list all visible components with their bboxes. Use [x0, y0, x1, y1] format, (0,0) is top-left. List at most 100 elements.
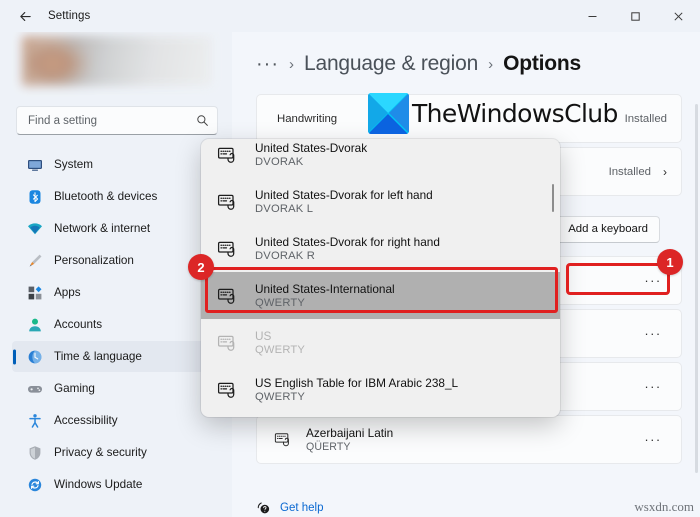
keyboard-option-united-states-dvorak[interactable]: United States-Dvorak DVORAK	[201, 139, 560, 178]
sidebar-item-windows-update[interactable]: Windows Update	[12, 469, 220, 500]
gamepad-icon	[26, 380, 43, 397]
keyboard-option-text: United States-Dvorak DVORAK	[255, 141, 367, 168]
keyboard-option-subtitle: QWERTY	[255, 297, 306, 309]
bluetooth-icon	[26, 188, 43, 205]
annotation-badge-1: 1	[657, 249, 683, 275]
window-controls	[571, 0, 700, 32]
keyboard-option-title: United States-Dvorak for right hand	[255, 235, 440, 249]
keyboard-option-subtitle: DVORAK	[255, 156, 304, 168]
keyboard-option-title: United States-Dvorak	[255, 141, 368, 155]
settings-window: Settings Find a setting System Bluetooth…	[0, 0, 700, 517]
breadcrumb-separator-icon: ›	[488, 55, 494, 73]
search-placeholder: Find a setting	[28, 114, 98, 127]
sidebar-item-time-language[interactable]: Time & language	[12, 341, 220, 372]
accessibility-person-icon	[26, 412, 43, 429]
sidebar-item-label: Network & internet	[54, 222, 151, 235]
keyboard-option-subtitle: DVORAK L	[255, 203, 314, 215]
keyboard-option-subtitle: DVORAK R	[255, 250, 316, 262]
keyboard-layout-list: United States-Dvorak DVORAK United State…	[201, 139, 560, 413]
keyboard-layout-dropdown[interactable]: United States-Dvorak DVORAK United State…	[201, 139, 560, 417]
keyboard-option-text: United States-Dvorak for left hand DVORA…	[255, 188, 433, 215]
sidebar-item-network-internet[interactable]: Network & internet	[12, 213, 220, 244]
keyboard-option-text: US QWERTY	[255, 329, 305, 356]
sidebar-item-label: System	[54, 158, 93, 171]
keyboard-option-us: US QWERTY	[201, 319, 560, 366]
keyboard-option-united-states-dvorak-left-hand[interactable]: United States-Dvorak for left hand DVORA…	[201, 178, 560, 225]
keyboard-layout-icon	[216, 379, 240, 401]
keyboard-option-title: US	[255, 329, 272, 343]
keyboard-row-title: Azerbaijani Latin	[306, 426, 394, 440]
sidebar-item-label: Windows Update	[54, 478, 143, 491]
back-arrow-icon[interactable]	[8, 1, 42, 31]
window-title: Settings	[48, 10, 91, 22]
apps-grid-icon	[26, 284, 43, 301]
keyboard-layout-icon	[216, 238, 240, 260]
site-watermark: wsxdn.com	[634, 499, 694, 514]
breadcrumb-overflow-icon[interactable]: ···	[256, 54, 279, 74]
maximize-button[interactable]	[614, 0, 657, 32]
minimize-button[interactable]	[571, 0, 614, 32]
keyboard-layout-icon	[216, 191, 240, 213]
monitor-icon	[26, 156, 43, 173]
get-help-label: Get help	[280, 501, 324, 514]
keyboard-option-subtitle: QWERTY	[255, 344, 306, 356]
keyboard-row-menu-button[interactable]: ···	[639, 322, 667, 346]
handwriting-row[interactable]: Handwriting Installed	[256, 94, 682, 143]
get-help-link[interactable]: Get help	[256, 500, 323, 515]
breadcrumb: ··· › Language & region › Options	[256, 32, 692, 94]
sidebar-item-label: Privacy & security	[54, 446, 147, 459]
installed-row-right: Installed ›	[609, 165, 667, 179]
keyboard-layout-icon	[216, 144, 240, 166]
keyboard-option-text: United States-Dvorak for right hand DVOR…	[255, 235, 440, 262]
chevron-right-icon[interactable]: ›	[663, 165, 667, 179]
search-icon	[196, 114, 209, 127]
sidebar-item-label: Apps	[54, 286, 81, 299]
breadcrumb-parent-link[interactable]: Language & region	[304, 52, 478, 76]
title-bar: Settings	[0, 0, 700, 32]
keyboard-option-title: US English Table for IBM Arabic 238_L	[255, 376, 459, 390]
keyboard-option-title: United States-Dvorak for left hand	[255, 188, 433, 202]
sidebar-item-gaming[interactable]: Gaming	[12, 373, 220, 404]
sidebar-item-privacy-security[interactable]: Privacy & security	[12, 437, 220, 468]
help-question-icon	[256, 500, 271, 515]
keyboard-row-menu-button[interactable]: ···	[639, 428, 667, 452]
sidebar-item-label: Gaming	[54, 382, 95, 395]
dropdown-scrollbar[interactable]	[551, 184, 554, 212]
page-title: Options	[503, 52, 582, 75]
sidebar-item-label: Bluetooth & devices	[54, 190, 158, 203]
keyboard-row-subtitle: QÜERTY	[306, 441, 351, 453]
wifi-icon	[26, 220, 43, 237]
sidebar-item-apps[interactable]: Apps	[12, 277, 220, 308]
installed-status-label: Installed	[608, 165, 651, 178]
shield-icon	[26, 444, 43, 461]
sidebar-item-system[interactable]: System	[12, 149, 220, 180]
keyboard-option-title: United States-International	[255, 282, 395, 296]
sidebar-nav: System Bluetooth & devices Network & int…	[12, 149, 222, 500]
keyboard-option-united-states-dvorak-right-hand[interactable]: United States-Dvorak for right hand DVOR…	[201, 225, 560, 272]
page-scrollbar[interactable]	[695, 104, 698, 473]
sidebar-item-label: Accounts	[54, 318, 103, 331]
breadcrumb-separator-icon: ›	[288, 55, 294, 73]
clock-globe-icon	[26, 348, 43, 365]
person-icon	[26, 316, 43, 333]
sidebar-item-accounts[interactable]: Accounts	[12, 309, 220, 340]
keyboard-option-us-english-table-ibm-arabic[interactable]: US English Table for IBM Arabic 238_L QW…	[201, 366, 560, 413]
sidebar-item-bluetooth-devices[interactable]: Bluetooth & devices	[12, 181, 220, 212]
search-container: Find a setting	[16, 106, 218, 135]
sidebar-item-accessibility[interactable]: Accessibility	[12, 405, 220, 436]
close-button[interactable]	[657, 0, 700, 32]
keyboard-layout-icon	[216, 332, 240, 354]
paintbrush-icon	[26, 252, 43, 269]
keyboard-option-text: US English Table for IBM Arabic 238_L QW…	[255, 376, 458, 403]
annotation-badge-2: 2	[188, 254, 214, 280]
keyboard-option-united-states-international[interactable]: United States-International QWERTY	[201, 272, 560, 319]
user-profile-banner[interactable]	[22, 36, 212, 86]
keyboard-row-menu-button[interactable]: ···	[639, 375, 667, 399]
search-input[interactable]: Find a setting	[16, 106, 218, 135]
keyboard-row-azerbaijani-latin[interactable]: Azerbaijani Latin QÜERTY ···	[256, 415, 682, 464]
keyboard-row-text: Azerbaijani Latin QÜERTY	[306, 426, 626, 453]
sidebar-item-label: Accessibility	[54, 414, 118, 427]
keyboard-option-text: United States-International QWERTY	[255, 282, 395, 309]
keyboard-layout-icon	[216, 285, 240, 307]
add-keyboard-button[interactable]: Add a keyboard	[556, 215, 660, 243]
